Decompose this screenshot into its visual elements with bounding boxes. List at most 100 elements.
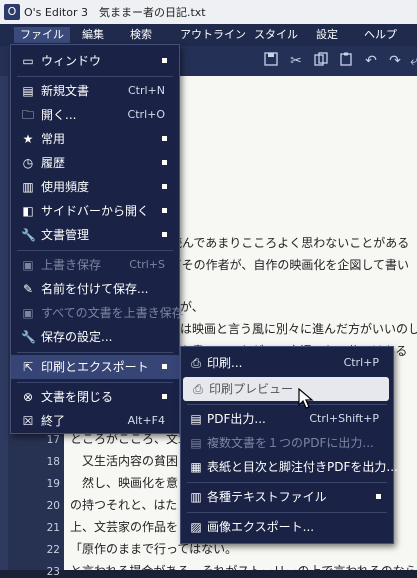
menu-separator bbox=[17, 352, 173, 353]
menu-item-pdf-toc[interactable]: ▦ 表紙と目次と脚注付きPDFを出力... bbox=[181, 455, 398, 479]
menu-bar: ファイル 編集 検索 アウトライン スタイル 設定 ヘルプ bbox=[0, 24, 417, 46]
menu-settings[interactable]: 設定 bbox=[312, 27, 342, 43]
exit-icon: ☒ bbox=[22, 414, 34, 428]
line-number: 22 bbox=[46, 544, 60, 556]
printer-icon: ⎙ bbox=[191, 356, 201, 370]
menu-item-shortcut: Ctrl+O bbox=[127, 108, 165, 121]
pdf-icon: ▤ bbox=[190, 412, 202, 426]
app-icon: O bbox=[4, 4, 20, 20]
menu-item-close-doc[interactable]: ⊗ 文書を閉じる bbox=[11, 385, 179, 409]
image-export-icon: ▨ bbox=[190, 520, 202, 534]
sidebar-icon: ◧ bbox=[22, 204, 34, 218]
save-icon[interactable] bbox=[262, 52, 280, 70]
menu-item-label: サイドバーから開く bbox=[41, 204, 150, 218]
menu-item-shortcut: Ctrl+Shift+P bbox=[309, 412, 379, 425]
close-doc-icon: ⊗ bbox=[22, 390, 34, 404]
paste-icon[interactable] bbox=[337, 52, 355, 70]
menu-item-print-preview[interactable]: ⎙ 印刷プレビュー bbox=[183, 377, 389, 401]
print-export-submenu: ⎙ 印刷... Ctrl+P ⎙ 印刷プレビュー ▤ PDF出力... Ctrl… bbox=[180, 346, 398, 544]
line-number: 18 bbox=[46, 456, 60, 468]
menu-item-label: 画像エクスポート... bbox=[207, 520, 315, 534]
side-strip bbox=[0, 76, 8, 570]
menu-item-label: ウィンドウ bbox=[41, 54, 102, 68]
submenu-arrow-icon bbox=[162, 232, 167, 237]
menu-item-label: PDF出力... bbox=[207, 412, 266, 426]
menu-item-print[interactable]: ⎙ 印刷... Ctrl+P bbox=[181, 351, 393, 375]
wrench-icon: 🔧 bbox=[21, 228, 36, 242]
menu-item-label: 各種テキストファイル bbox=[207, 490, 327, 504]
bars-icon: ▥ bbox=[22, 180, 34, 194]
menu-item-shortcut: Ctrl+P bbox=[343, 356, 379, 369]
menu-separator bbox=[187, 482, 387, 483]
menu-item-label: 新規文書 bbox=[41, 84, 90, 98]
wrap-icon[interactable]: ⤶ bbox=[405, 52, 417, 70]
redo-icon[interactable]: ↷ bbox=[386, 52, 404, 70]
menu-item-save-all: ▣ すべての文書を上書き保存 bbox=[11, 301, 183, 325]
menu-item-text-files[interactable]: ▥ 各種テキストファイル bbox=[181, 485, 393, 509]
copy-icon[interactable] bbox=[312, 52, 330, 70]
editor-line: 然し、映画化を意 bbox=[82, 476, 179, 490]
line-number: 19 bbox=[46, 478, 60, 490]
menu-item-save: ▣ 上書き保存 Ctrl+S bbox=[11, 253, 179, 277]
menu-item-label: 開く... bbox=[41, 108, 77, 122]
menu-item-exit[interactable]: ☒ 終了 Alt+F4 bbox=[11, 409, 179, 433]
save-icon: ▣ bbox=[22, 258, 34, 272]
editor-line: 又生活内容の貧困 bbox=[82, 454, 179, 468]
menu-item-image-export[interactable]: ▨ 画像エクスポート... bbox=[181, 515, 393, 539]
pdf-multi-icon: ▤ bbox=[190, 436, 202, 450]
line-number: 20 bbox=[46, 500, 60, 512]
menu-style[interactable]: スタイル bbox=[250, 27, 302, 43]
undo-icon[interactable]: ↶ bbox=[362, 52, 380, 70]
menu-file[interactable]: ファイル bbox=[14, 27, 70, 43]
pencil-icon: ✎ bbox=[22, 282, 34, 296]
menu-separator bbox=[17, 76, 173, 77]
editor-line: の持つそれと、はた bbox=[70, 498, 178, 512]
menu-help[interactable]: ヘルプ bbox=[360, 27, 401, 43]
menu-item-print-export[interactable]: ⇱ 印刷とエクスポート bbox=[11, 355, 179, 379]
menu-item-label: 履歴 bbox=[41, 156, 66, 170]
menu-item-window[interactable]: ▭ ウィンドウ bbox=[11, 49, 179, 73]
menu-item-shortcut: Alt+F4 bbox=[127, 414, 165, 427]
editor-line: は映画と言う風に別々に進んだ方がいいのし bbox=[180, 322, 417, 336]
cut-icon[interactable]: ✂ bbox=[287, 52, 305, 70]
menu-item-pdf-multi: ▤ 複数文書を１つのPDFに出力... bbox=[181, 431, 393, 455]
menu-separator bbox=[187, 512, 387, 513]
menu-item-open-from-sidebar[interactable]: ◧ サイドバーから開く bbox=[11, 199, 179, 223]
menu-edit[interactable]: 編集 bbox=[78, 27, 108, 43]
menu-item-label: 終了 bbox=[41, 414, 66, 428]
menu-separator bbox=[187, 404, 387, 405]
menu-search[interactable]: 検索 bbox=[126, 27, 156, 43]
menu-item-save-settings[interactable]: 🔧 保存の設定... bbox=[11, 325, 179, 349]
menu-separator bbox=[17, 382, 173, 383]
menu-item-label: 表紙と目次と脚注付きPDFを出力... bbox=[207, 460, 398, 474]
submenu-arrow-icon bbox=[162, 208, 167, 213]
new-doc-icon: ▤ bbox=[22, 84, 34, 98]
menu-item-favorites[interactable]: ★ 常用 bbox=[11, 127, 179, 151]
menu-item-label: 複数文書を１つのPDFに出力... bbox=[207, 436, 374, 450]
save-all-icon: ▣ bbox=[22, 306, 34, 320]
menu-item-label: 文書を閉じる bbox=[41, 390, 114, 404]
menu-item-open[interactable]: 🗀 開く... Ctrl+O bbox=[11, 103, 179, 127]
window-icon: ▭ bbox=[22, 54, 34, 68]
table-icon: ▦ bbox=[190, 460, 202, 474]
editor-line: 読んであまりこころよく思わないことがある bbox=[170, 236, 410, 250]
folder-open-icon: 🗀 bbox=[21, 108, 34, 122]
menu-item-shortcut: Ctrl+N bbox=[127, 84, 165, 97]
window-title: O's Editor 3 気ままー者の日記.txt bbox=[24, 6, 206, 19]
menu-item-doc-management[interactable]: 🔧 文書管理 bbox=[11, 223, 179, 247]
line-number: 17 bbox=[46, 434, 60, 446]
menu-item-frequency[interactable]: ▥ 使用頻度 bbox=[11, 175, 179, 199]
star-icon: ★ bbox=[22, 132, 34, 146]
menu-item-new[interactable]: ▤ 新規文書 Ctrl+N bbox=[11, 79, 179, 103]
menu-item-history[interactable]: ◷ 履歴 bbox=[11, 151, 179, 175]
submenu-arrow-icon bbox=[162, 58, 167, 63]
menu-item-label: 印刷プレビュー bbox=[209, 382, 294, 396]
menu-item-save-as[interactable]: ✎ 名前を付けて保存... bbox=[11, 277, 179, 301]
menu-item-label: すべての文書を上書き保存 bbox=[41, 306, 184, 320]
menu-item-label: 名前を付けて保存... bbox=[41, 282, 149, 296]
menu-item-pdf-export[interactable]: ▤ PDF出力... Ctrl+Shift+P bbox=[181, 407, 393, 431]
print-preview-icon: ⎙ bbox=[193, 382, 203, 396]
menu-item-label: 上書き保存 bbox=[41, 258, 102, 272]
menu-outline[interactable]: アウトライン bbox=[176, 27, 250, 43]
menu-item-label: 印刷とエクスポート bbox=[41, 360, 149, 374]
